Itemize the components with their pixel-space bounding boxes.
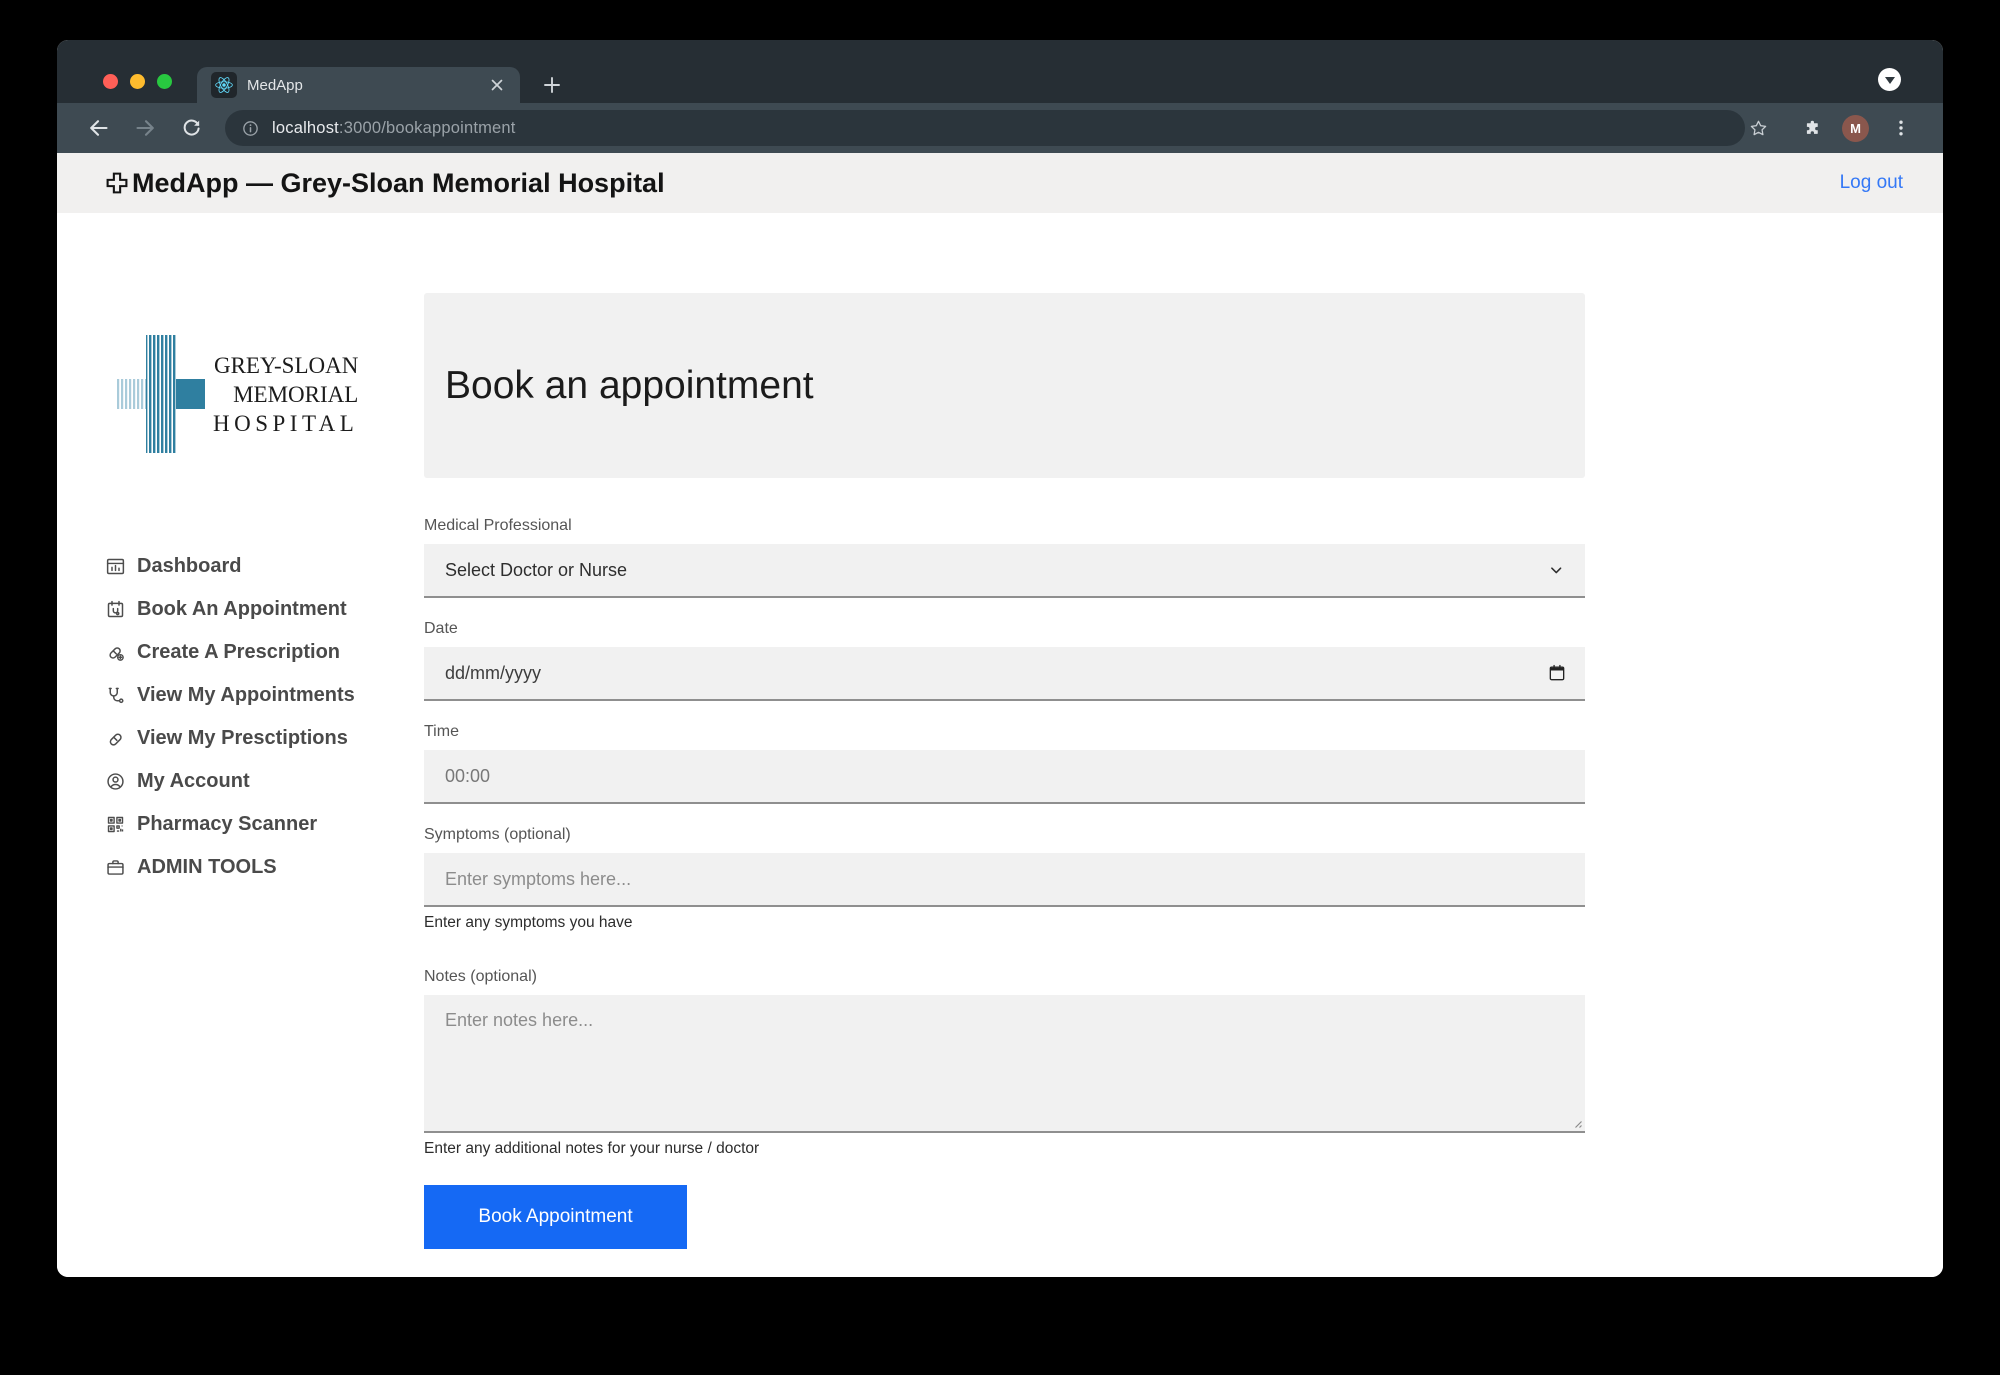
hospital-logo-text: GREY-SLOAN MEMORIAL HOSPITAL: [213, 351, 358, 438]
extensions-button[interactable]: [1800, 116, 1824, 140]
star-icon: [1748, 118, 1769, 139]
react-favicon: [211, 72, 237, 98]
browser-toolbar: localhost:3000/bookappointment M: [57, 103, 1943, 153]
sidebar-item-dashboard[interactable]: Dashboard: [105, 545, 424, 588]
book-appointment-button[interactable]: Book Appointment: [424, 1185, 687, 1249]
app-title-text: MedApp — Grey-Sloan Memorial Hospital: [132, 168, 665, 199]
puzzle-icon: [1802, 118, 1823, 139]
sidebar-item-label: Dashboard: [137, 555, 241, 578]
date-label: Date: [424, 620, 1585, 638]
calendar-icon[interactable]: [1547, 663, 1567, 683]
qr-code-icon: [105, 814, 126, 835]
logo-line-2: MEMORIAL: [213, 380, 358, 409]
sidebar-item-create-prescription[interactable]: Create A Prescription: [105, 631, 424, 674]
calendar-stethoscope-icon: [105, 599, 126, 620]
notes-helper-text: Enter any additional notes for your nurs…: [424, 1140, 1585, 1158]
maximize-window-button[interactable]: [157, 74, 172, 89]
sidebar-item-label: Create A Prescription: [137, 641, 340, 664]
reload-icon: [180, 117, 203, 140]
tab-strip: MedApp: [57, 40, 1943, 103]
sidebar-item-label: View My Presctiptions: [137, 727, 348, 750]
stethoscope-icon: [105, 685, 126, 706]
sidebar-item-label: Book An Appointment: [137, 598, 347, 621]
url-bar[interactable]: localhost:3000/bookappointment: [225, 110, 1745, 146]
notes-textarea[interactable]: [424, 995, 1585, 1133]
page-title: Book an appointment: [445, 364, 814, 408]
sidebar: GREY-SLOAN MEMORIAL HOSPITAL Dashboard: [57, 213, 424, 1277]
app-title: MedApp — Grey-Sloan Memorial Hospital: [105, 168, 665, 199]
medical-professional-value: Select Doctor or Nurse: [445, 560, 1545, 581]
logo-line-3: HOSPITAL: [213, 409, 358, 438]
new-tab-button[interactable]: [540, 73, 564, 97]
chevron-down-icon: [1545, 559, 1567, 581]
date-placeholder: dd/mm/yyyy: [445, 663, 1547, 684]
user-circle-icon: [105, 771, 126, 792]
notes-field-wrap: [424, 995, 1585, 1133]
logout-link[interactable]: Log out: [1840, 172, 1903, 194]
sidebar-item-label: ADMIN TOOLS: [137, 856, 277, 879]
react-atom-icon: [214, 75, 234, 95]
tab-search-button[interactable]: [1878, 68, 1901, 91]
info-icon[interactable]: [241, 119, 260, 138]
sidebar-item-label: View My Appointments: [137, 684, 355, 707]
logo-line-1: GREY-SLOAN: [213, 351, 358, 380]
arrow-left-icon: [87, 116, 111, 140]
symptoms-label: Symptoms (optional): [424, 826, 1585, 844]
profile-avatar[interactable]: M: [1842, 115, 1869, 142]
window-controls: [103, 74, 172, 89]
notes-label: Notes (optional): [424, 968, 1585, 986]
symptoms-helper-text: Enter any symptoms you have: [424, 914, 1585, 932]
reload-button[interactable]: [179, 116, 203, 140]
sidebar-item-admin-tools[interactable]: ADMIN TOOLS: [105, 846, 424, 889]
main-area: GREY-SLOAN MEMORIAL HOSPITAL Dashboard: [57, 213, 1943, 1277]
sidebar-item-label: Pharmacy Scanner: [137, 813, 317, 836]
medical-professional-label: Medical Professional: [424, 517, 1585, 535]
bookmark-star-button[interactable]: [1746, 116, 1770, 140]
time-value: 00:00: [445, 766, 1567, 787]
hospital-cross-logo-icon: [117, 335, 205, 453]
tab-close-icon[interactable]: [488, 76, 506, 94]
sidebar-item-view-appointments[interactable]: View My Appointments: [105, 674, 424, 717]
back-button[interactable]: [87, 116, 111, 140]
url-text: localhost:3000/bookappointment: [272, 119, 516, 138]
briefcase-icon: [105, 857, 126, 878]
page-content: MedApp — Grey-Sloan Memorial Hospital Lo…: [57, 153, 1943, 1277]
tab-title: MedApp: [247, 77, 488, 94]
close-window-button[interactable]: [103, 74, 118, 89]
browser-tab-medapp[interactable]: MedApp: [197, 67, 520, 103]
dashboard-icon: [105, 556, 126, 577]
kebab-menu-icon: [1892, 119, 1910, 137]
symptoms-input[interactable]: [424, 853, 1585, 907]
time-input[interactable]: 00:00: [424, 750, 1585, 804]
forward-button[interactable]: [133, 116, 157, 140]
browser-menu-button[interactable]: [1889, 116, 1913, 140]
sidebar-item-label: My Account: [137, 770, 250, 793]
sidebar-item-book-appointment[interactable]: Book An Appointment: [105, 588, 424, 631]
app-header: MedApp — Grey-Sloan Memorial Hospital Lo…: [57, 153, 1943, 213]
browser-window: MedApp: [57, 40, 1943, 1277]
date-input[interactable]: dd/mm/yyyy: [424, 647, 1585, 701]
pill-icon: [105, 728, 126, 749]
time-label: Time: [424, 723, 1585, 741]
url-host: localhost: [272, 119, 339, 137]
sidebar-nav: Dashboard Book An Appointment: [105, 545, 424, 889]
sidebar-item-view-prescriptions[interactable]: View My Presctiptions: [105, 717, 424, 760]
sidebar-item-pharmacy-scanner[interactable]: Pharmacy Scanner: [105, 803, 424, 846]
booking-form: Book an appointment Medical Professional…: [424, 213, 1585, 1277]
chevron-down-icon: [1885, 77, 1895, 84]
url-path: :3000/bookappointment: [339, 119, 516, 137]
sidebar-item-my-account[interactable]: My Account: [105, 760, 424, 803]
page-title-panel: Book an appointment: [424, 293, 1585, 478]
medical-cross-icon: [105, 171, 129, 195]
hospital-logo: GREY-SLOAN MEMORIAL HOSPITAL: [117, 335, 424, 453]
minimize-window-button[interactable]: [130, 74, 145, 89]
arrow-right-icon: [133, 116, 157, 140]
pill-plus-icon: [105, 642, 126, 663]
medical-professional-select[interactable]: Select Doctor or Nurse: [424, 544, 1585, 598]
